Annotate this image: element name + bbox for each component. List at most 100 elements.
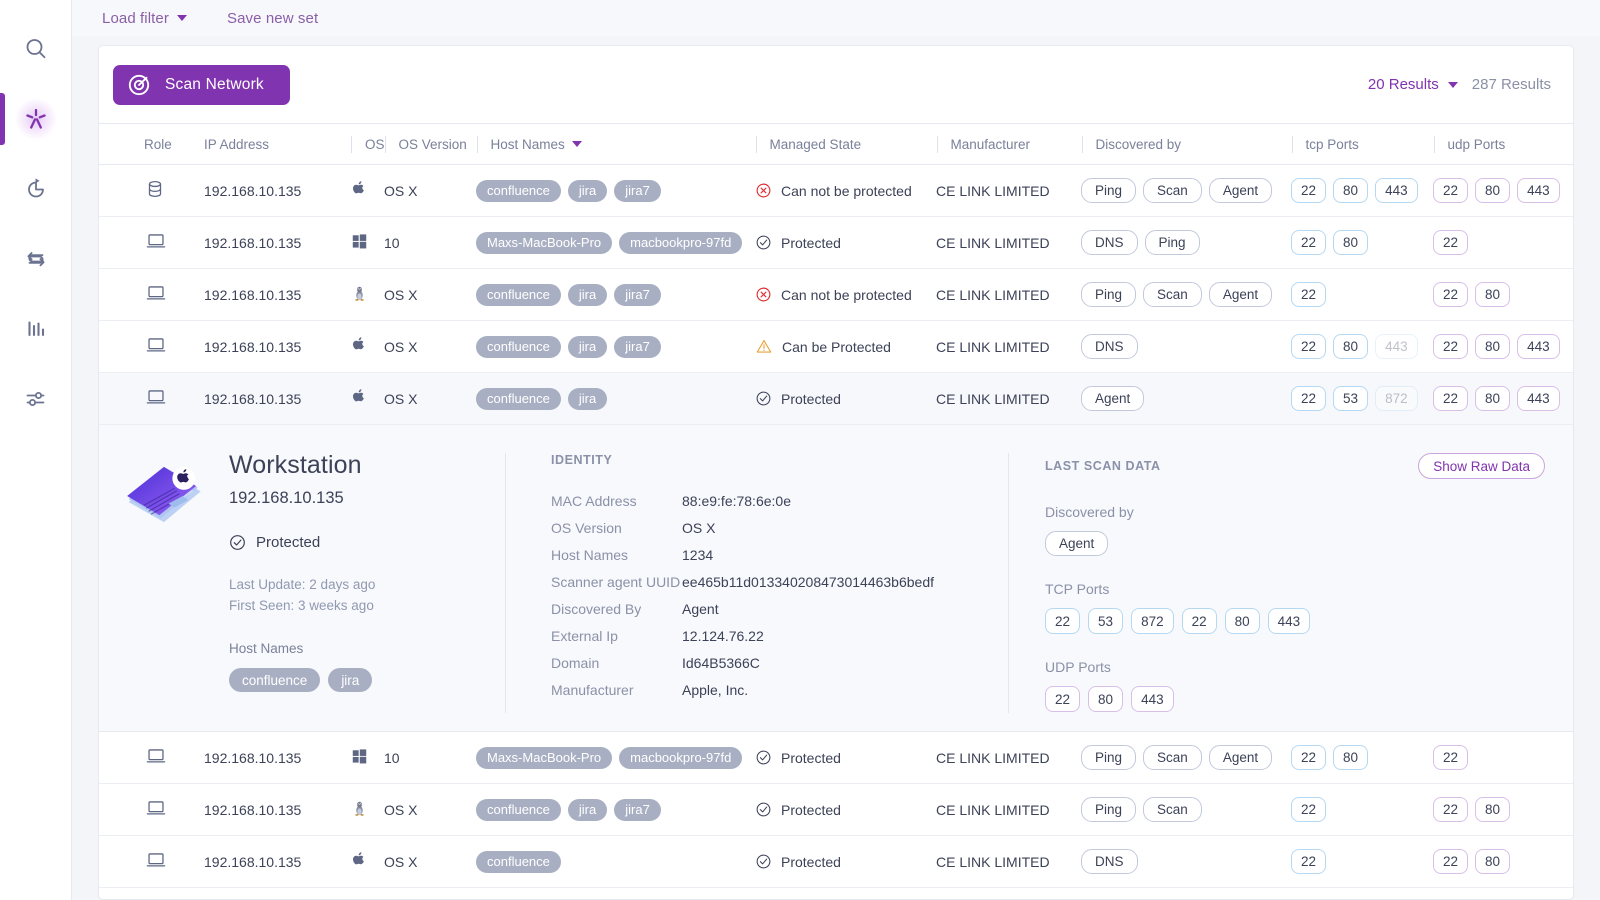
host-name-chip[interactable]: macbookpro-97fd [619, 747, 742, 769]
host-name-chip[interactable]: jira [568, 180, 607, 202]
discovery-pill[interactable]: Ping [1145, 230, 1200, 255]
host-name-chip[interactable]: confluence [476, 799, 561, 821]
tcp-port-badge[interactable]: 443 [1375, 334, 1418, 359]
udp-port-badge[interactable]: 80 [1475, 178, 1510, 203]
tcp-port-badge[interactable]: 872 [1375, 386, 1418, 411]
tcp-port-badge[interactable]: 22 [1291, 849, 1326, 874]
sidebar-item-sync[interactable] [0, 224, 72, 294]
load-filter-button[interactable]: Load filter [102, 10, 187, 27]
udp-port-badge[interactable]: 22 [1433, 334, 1468, 359]
udp-port-badge[interactable]: 80 [1475, 282, 1510, 307]
tcp-port-badge[interactable]: 80 [1333, 178, 1368, 203]
host-name-chip[interactable]: jira [568, 388, 607, 410]
discovery-pill[interactable]: DNS [1081, 334, 1138, 359]
host-name-chip[interactable]: jira7 [614, 336, 661, 358]
tcp-port-badge[interactable]: 80 [1333, 334, 1368, 359]
udp-port-badge[interactable]: 22 [1433, 386, 1468, 411]
scan-udp-port-badge[interactable]: 80 [1088, 686, 1123, 712]
host-name-chip[interactable]: confluence [476, 851, 561, 873]
udp-port-badge[interactable]: 22 [1433, 797, 1468, 822]
discovery-pill[interactable]: Ping [1081, 178, 1136, 203]
scan-udp-port-badge[interactable]: 22 [1045, 686, 1080, 712]
column-header-os[interactable]: OS [351, 136, 385, 153]
discovery-pill[interactable]: Ping [1081, 282, 1136, 307]
discovery-pill[interactable]: Ping [1081, 797, 1136, 822]
udp-port-badge[interactable]: 80 [1475, 849, 1510, 874]
column-header-discovered_by[interactable]: Discovered by [1082, 136, 1292, 153]
udp-port-badge[interactable]: 443 [1517, 386, 1560, 411]
detail-host-name-chip[interactable]: confluence [229, 668, 320, 692]
host-name-chip[interactable]: jira7 [614, 180, 661, 202]
host-name-chip[interactable]: jira [568, 284, 607, 306]
host-name-chip[interactable]: Maxs-MacBook-Pro [476, 232, 612, 254]
column-header-role[interactable]: Role [99, 137, 204, 152]
tcp-port-badge[interactable]: 80 [1333, 745, 1368, 770]
column-header-manufacturer[interactable]: Manufacturer [937, 136, 1082, 153]
host-name-chip[interactable]: confluence [476, 284, 561, 306]
column-header-ip[interactable]: IP Address [204, 137, 351, 152]
detail-host-name-chip[interactable]: jira [328, 668, 372, 692]
scan-network-button[interactable]: Scan Network [113, 65, 290, 105]
tcp-port-badge[interactable]: 22 [1291, 178, 1326, 203]
table-row[interactable]: 192.168.10.135 10 Maxs-MacBook-Promacboo… [99, 732, 1573, 784]
udp-port-badge[interactable]: 443 [1517, 334, 1560, 359]
column-header-host_names[interactable]: Host Names [477, 136, 756, 153]
discovery-pill[interactable]: Scan [1143, 178, 1202, 203]
host-name-chip[interactable]: confluence [476, 180, 561, 202]
scan-tcp-port-badge[interactable]: 53 [1088, 608, 1123, 634]
discovery-pill[interactable]: Agent [1081, 386, 1144, 411]
udp-port-badge[interactable]: 22 [1433, 230, 1468, 255]
scan-tcp-port-badge[interactable]: 80 [1225, 608, 1260, 634]
tcp-port-badge[interactable]: 22 [1291, 797, 1326, 822]
scan-tcp-port-badge[interactable]: 22 [1182, 608, 1217, 634]
tcp-port-badge[interactable]: 22 [1291, 745, 1326, 770]
host-name-chip[interactable]: confluence [476, 336, 561, 358]
table-row[interactable]: 192.168.10.135 OS X confluence Protected… [99, 836, 1573, 888]
sidebar-item-coverage[interactable] [0, 154, 72, 224]
scan-tcp-port-badge[interactable]: 22 [1045, 608, 1080, 634]
table-row[interactable]: 192.168.10.135 OS X confluencejira Prote… [99, 373, 1573, 425]
tcp-port-badge[interactable]: 22 [1291, 230, 1326, 255]
discovery-pill[interactable]: Scan [1143, 282, 1202, 307]
table-row[interactable]: 192.168.10.135 OS X confluencejirajira7 … [99, 269, 1573, 321]
tcp-port-badge[interactable]: 53 [1333, 386, 1368, 411]
sidebar-item-reports[interactable] [0, 294, 72, 364]
scan-discovery-pill[interactable]: Agent [1045, 531, 1108, 556]
discovery-pill[interactable]: DNS [1081, 230, 1138, 255]
table-row[interactable]: 192.168.10.135 OS X confluencejirajira7 … [99, 784, 1573, 836]
table-row[interactable]: 192.168.10.135 OS X confluencejirajira7 … [99, 165, 1573, 217]
udp-port-badge[interactable]: 80 [1475, 797, 1510, 822]
tcp-port-badge[interactable]: 443 [1375, 178, 1418, 203]
host-name-chip[interactable]: jira7 [614, 799, 661, 821]
sidebar-item-search[interactable] [0, 14, 72, 84]
host-name-chip[interactable]: Maxs-MacBook-Pro [476, 747, 612, 769]
table-row[interactable]: 192.168.10.135 10 Maxs-MacBook-Promacboo… [99, 217, 1573, 269]
discovery-pill[interactable]: Scan [1143, 797, 1202, 822]
table-row[interactable]: 192.168.10.135 OS X confluencejirajira7 … [99, 321, 1573, 373]
show-raw-data-button[interactable]: Show Raw Data [1418, 453, 1545, 479]
save-new-set-button[interactable]: Save new set [227, 10, 318, 27]
tcp-port-badge[interactable]: 22 [1291, 334, 1326, 359]
scan-tcp-port-badge[interactable]: 443 [1268, 608, 1311, 634]
host-name-chip[interactable]: confluence [476, 388, 561, 410]
host-name-chip[interactable]: jira7 [614, 284, 661, 306]
udp-port-badge[interactable]: 22 [1433, 849, 1468, 874]
column-header-managed_state[interactable]: Managed State [756, 136, 937, 153]
discovery-pill[interactable]: Scan [1143, 745, 1202, 770]
udp-port-badge[interactable]: 22 [1433, 745, 1468, 770]
discovery-pill[interactable]: Agent [1209, 178, 1272, 203]
tcp-port-badge[interactable]: 80 [1333, 230, 1368, 255]
udp-port-badge[interactable]: 22 [1433, 282, 1468, 307]
udp-port-badge[interactable]: 80 [1475, 334, 1510, 359]
udp-port-badge[interactable]: 80 [1475, 386, 1510, 411]
udp-port-badge[interactable]: 443 [1517, 178, 1560, 203]
discovery-pill[interactable]: Agent [1209, 282, 1272, 307]
udp-port-badge[interactable]: 22 [1433, 178, 1468, 203]
sidebar-item-discovery[interactable] [0, 84, 72, 154]
column-header-os_version[interactable]: OS Version [385, 136, 477, 153]
discovery-pill[interactable]: Ping [1081, 745, 1136, 770]
scan-udp-port-badge[interactable]: 443 [1131, 686, 1174, 712]
column-header-udp_ports[interactable]: udp Ports [1434, 136, 1573, 153]
discovery-pill[interactable]: DNS [1081, 849, 1138, 874]
tcp-port-badge[interactable]: 22 [1291, 282, 1326, 307]
